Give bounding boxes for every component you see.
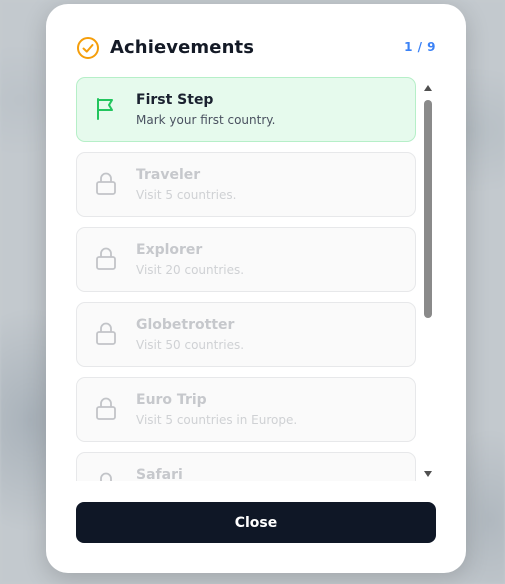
scroll-up-arrow-icon[interactable]	[424, 85, 432, 91]
achievement-card-globetrotter[interactable]: Globetrotter Visit 50 countries.	[76, 302, 416, 367]
achievement-name: First Step	[136, 92, 214, 108]
achievement-counter: 1 / 9	[404, 40, 436, 54]
achievement-description: Visit 5 countries.	[136, 188, 237, 202]
modal-header: Achievements 1 / 9	[76, 36, 436, 60]
achievement-name: Safari	[136, 467, 183, 481]
achievement-card-euro-trip[interactable]: Euro Trip Visit 5 countries in Europe.	[76, 377, 416, 442]
lock-icon	[96, 397, 116, 420]
achievement-name: Euro Trip	[136, 392, 207, 408]
lock-icon	[96, 247, 116, 270]
achievement-description: Visit 20 countries.	[136, 263, 245, 277]
lock-icon	[96, 172, 116, 195]
achievement-description: Visit 5 countries in Europe.	[136, 413, 298, 427]
check-circle-icon	[77, 37, 99, 59]
achievement-card-safari[interactable]: Safari	[76, 452, 416, 481]
achievements-modal: Achievements 1 / 9 First Step Mark your …	[46, 4, 466, 573]
close-button[interactable]: Close	[76, 502, 436, 543]
achievement-card-explorer[interactable]: Explorer Visit 20 countries.	[76, 227, 416, 292]
achievement-description: Visit 50 countries.	[136, 338, 245, 352]
achievement-description: Mark your first country.	[136, 113, 276, 127]
achievement-card-traveler[interactable]: Traveler Visit 5 countries.	[76, 152, 416, 217]
achievement-name: Traveler	[136, 167, 201, 183]
achievement-name: Globetrotter	[136, 317, 235, 333]
scroll-down-arrow-icon[interactable]	[424, 471, 432, 477]
achievement-name: Explorer	[136, 242, 203, 258]
list-scrollbar[interactable]	[420, 81, 436, 479]
scrollbar-thumb[interactable]	[424, 100, 432, 318]
achievement-list[interactable]: First Step Mark your first country. Trav…	[76, 77, 416, 481]
flag-icon	[97, 98, 113, 120]
lock-icon	[96, 322, 116, 345]
lock-icon	[100, 472, 112, 481]
achievement-card-first-step[interactable]: First Step Mark your first country.	[76, 77, 416, 142]
modal-title: Achievements	[110, 37, 255, 58]
